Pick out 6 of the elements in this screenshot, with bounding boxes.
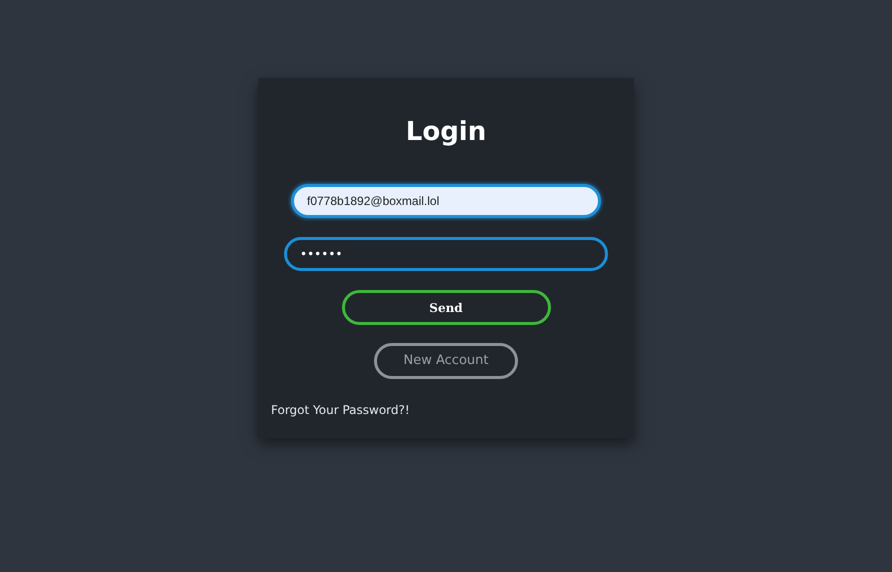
forgot-password-link[interactable]: Forgot Your Password?! <box>271 401 410 419</box>
password-field[interactable]: •••••• <box>284 237 608 271</box>
send-button[interactable]: Send <box>342 290 550 325</box>
new-account-button[interactable]: New Account <box>374 343 518 379</box>
login-title: Login <box>406 116 486 149</box>
email-field[interactable]: f0778b1892@boxmail.lol <box>291 184 601 218</box>
